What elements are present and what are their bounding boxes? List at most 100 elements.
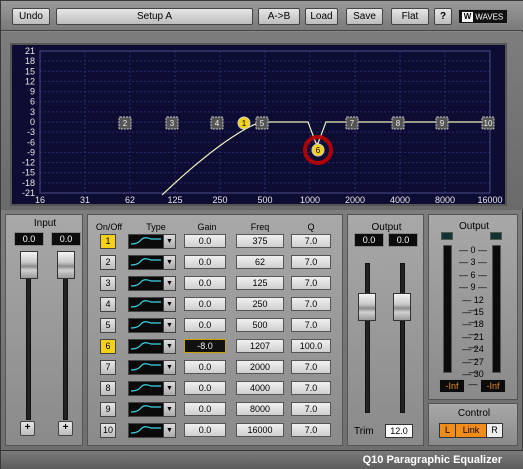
flat-button[interactable]: Flat [391, 8, 429, 25]
undo-button[interactable]: Undo [12, 8, 50, 25]
band-gain-field[interactable]: 0.0 [184, 234, 226, 248]
left-peak-value[interactable]: -Inf [439, 379, 465, 393]
band-node-8[interactable]: 8 [391, 116, 405, 130]
band-type-select[interactable]: ▼ [128, 381, 176, 396]
chevron-down-icon[interactable]: ▼ [163, 277, 175, 290]
output-left-fader[interactable] [358, 293, 376, 321]
band-node-5[interactable]: 5 [255, 116, 269, 130]
trim-label: Trim [354, 426, 374, 437]
load-button[interactable]: Load [305, 8, 338, 25]
chevron-down-icon[interactable]: ▼ [163, 424, 175, 437]
left-clip-led[interactable] [441, 232, 453, 240]
band-freq-field[interactable]: 62 [236, 255, 284, 269]
trim-value[interactable]: 12.0 [385, 424, 413, 438]
band-q-field[interactable]: 7.0 [291, 423, 331, 437]
band-freq-field[interactable]: 250 [236, 297, 284, 311]
band-type-select[interactable]: ▼ [128, 339, 176, 354]
band-q-field[interactable]: 7.0 [291, 318, 331, 332]
svg-text:2: 2 [123, 119, 128, 128]
input-right-fader[interactable] [57, 251, 75, 279]
band-node-7[interactable]: 7 [345, 116, 359, 130]
chevron-down-icon[interactable]: ▼ [163, 235, 175, 248]
band-freq-field[interactable]: 125 [236, 276, 284, 290]
band-type-select[interactable]: ▼ [128, 297, 176, 312]
chevron-down-icon[interactable]: ▼ [163, 403, 175, 416]
band-onoff-button[interactable]: 7 [100, 360, 116, 375]
band-onoff-button[interactable]: 10 [100, 423, 116, 438]
input-left-fader[interactable] [20, 251, 38, 279]
band-onoff-button[interactable]: 8 [100, 381, 116, 396]
band-gain-field[interactable]: 0.0 [184, 423, 226, 437]
band-type-select[interactable]: ▼ [128, 402, 176, 417]
right-clip-led[interactable] [490, 232, 502, 240]
band-type-select[interactable]: ▼ [128, 360, 176, 375]
band-gain-field[interactable]: 0.0 [184, 402, 226, 416]
band-gain-field[interactable]: 0.0 [184, 297, 226, 311]
chevron-down-icon[interactable]: ▼ [163, 382, 175, 395]
band-gain-field[interactable]: 0.0 [184, 276, 226, 290]
band-freq-field[interactable]: 1207 [236, 339, 284, 353]
band-freq-field[interactable]: 4000 [236, 381, 284, 395]
band-node-4[interactable]: 4 [210, 116, 224, 130]
band-q-field[interactable]: 7.0 [291, 234, 331, 248]
band-freq-field[interactable]: 500 [236, 318, 284, 332]
band-type-select[interactable]: ▼ [128, 423, 176, 438]
band-onoff-button[interactable]: 4 [100, 297, 116, 312]
band-type-select[interactable]: ▼ [128, 276, 176, 291]
band-node-10[interactable]: 10 [481, 116, 495, 130]
chevron-down-icon[interactable]: ▼ [163, 340, 175, 353]
band-node-3[interactable]: 3 [165, 116, 179, 130]
band-gain-field[interactable]: 0.0 [184, 255, 226, 269]
link-right-button[interactable]: R [487, 424, 502, 437]
input-left-value[interactable]: 0.0 [14, 232, 44, 246]
band-onoff-button[interactable]: 9 [100, 402, 116, 417]
output-left-value[interactable]: 0.0 [354, 233, 384, 247]
band-q-field[interactable]: 7.0 [291, 402, 331, 416]
band-q-field[interactable]: 7.0 [291, 381, 331, 395]
band-q-field[interactable]: 7.0 [291, 360, 331, 374]
band-gain-field[interactable]: 0.0 [184, 381, 226, 395]
setup-button[interactable]: Setup A [56, 8, 253, 25]
chevron-down-icon[interactable]: ▼ [163, 319, 175, 332]
band-q-field[interactable]: 7.0 [291, 276, 331, 290]
band-gain-field[interactable]: -8.0 [184, 339, 226, 353]
chevron-down-icon[interactable]: ▼ [163, 256, 175, 269]
band-onoff-button[interactable]: 1 [100, 234, 116, 249]
input-right-plus-button[interactable]: + [58, 421, 73, 436]
band-q-field[interactable]: 7.0 [291, 297, 331, 311]
right-peak-value[interactable]: -Inf [480, 379, 506, 393]
output-right-value[interactable]: 0.0 [388, 233, 418, 247]
chevron-down-icon[interactable]: ▼ [163, 298, 175, 311]
band-freq-field[interactable]: 8000 [236, 402, 284, 416]
link-button[interactable]: Link [456, 424, 487, 437]
chevron-down-icon[interactable]: ▼ [163, 361, 175, 374]
band-onoff-button[interactable]: 5 [100, 318, 116, 333]
band-node-9[interactable]: 9 [435, 116, 449, 130]
a-to-b-button[interactable]: A->B [258, 8, 300, 25]
link-left-button[interactable]: L [440, 424, 456, 437]
band-type-select[interactable]: ▼ [128, 234, 176, 249]
band-q-field[interactable]: 100.0 [291, 339, 331, 353]
band-freq-field[interactable]: 16000 [236, 423, 284, 437]
input-right-value[interactable]: 0.0 [51, 232, 81, 246]
save-button[interactable]: Save [346, 8, 383, 25]
output-right-fader[interactable] [393, 293, 411, 321]
band-type-select[interactable]: ▼ [128, 318, 176, 333]
band-onoff-button[interactable]: 3 [100, 276, 116, 291]
band-freq-field[interactable]: 375 [236, 234, 284, 248]
band-node-6[interactable]: 6 [311, 143, 325, 157]
input-left-plus-button[interactable]: + [20, 421, 35, 436]
eq-graph[interactable]: 21 18 15 12 9 6 3 0 -3 -6 -9 -12 -15 -18 -21 16 31 62 125 2… [10, 43, 507, 206]
band-onoff-button[interactable]: 2 [100, 255, 116, 270]
band-onoff-button[interactable]: 6 [100, 339, 116, 354]
eq-graph-svg[interactable]: 211815129630-3-6-9-12-15-18-2116 31 62 125 2… [12, 45, 505, 204]
help-button[interactable]: ? [434, 8, 452, 25]
band-node-1[interactable]: 1 [237, 116, 251, 130]
band-gain-field[interactable]: 0.0 [184, 360, 226, 374]
band-node-2[interactable]: 2 [118, 116, 132, 130]
band-type-select[interactable]: ▼ [128, 255, 176, 270]
band-q-field[interactable]: 7.0 [291, 255, 331, 269]
y-tick-label: -15 [22, 168, 35, 178]
band-gain-field[interactable]: 0.0 [184, 318, 226, 332]
band-freq-field[interactable]: 2000 [236, 360, 284, 374]
